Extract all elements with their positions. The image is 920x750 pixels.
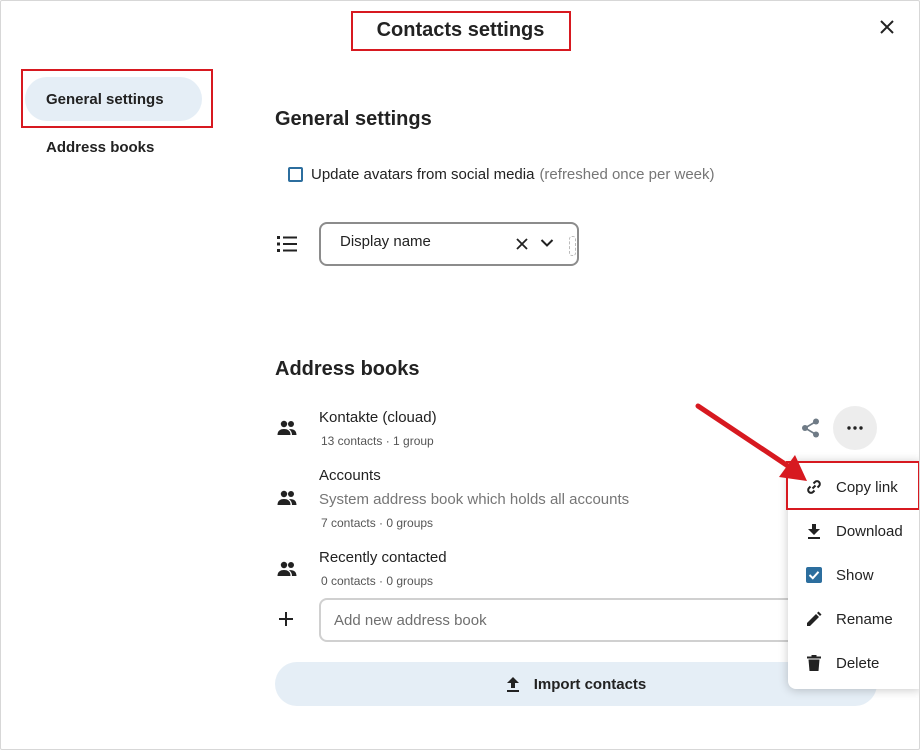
address-book-icon: [277, 561, 297, 576]
menu-item-label: Delete: [836, 654, 880, 672]
menu-item-label: Copy link: [836, 478, 898, 496]
more-horizontal-icon: [847, 426, 863, 430]
sort-order-select[interactable]: Display name: [319, 222, 579, 266]
address-book-meta: 7 contacts · 0 groups: [321, 516, 434, 530]
menu-item-label: Show: [836, 566, 874, 584]
list-icon: [277, 235, 297, 258]
address-book-icon: [277, 490, 297, 505]
address-book-description: System address book which holds all acco…: [319, 491, 630, 508]
sidebar-item-address-books[interactable]: Address books: [25, 125, 202, 169]
download-icon: [805, 522, 823, 540]
address-book-name: Accounts: [319, 467, 381, 484]
menu-item-download[interactable]: Download: [788, 511, 919, 551]
address-book-name: Kontakte (clouad): [319, 409, 437, 426]
sidebar-item-general-settings[interactable]: General settings: [25, 77, 202, 121]
address-book-meta: 13 contacts · 1 group: [321, 434, 434, 448]
upload-icon: [506, 677, 519, 692]
close-icon: [880, 20, 894, 34]
clear-icon[interactable]: [515, 237, 529, 251]
plus-icon: [279, 612, 293, 626]
pencil-icon: [805, 610, 823, 628]
sidebar-item-label: General settings: [46, 90, 164, 108]
select-scrollbar: [569, 236, 576, 256]
annotation-arrow: [695, 403, 807, 481]
sort-order-value: Display name: [340, 233, 431, 250]
dialog-title: Contacts settings: [376, 19, 545, 41]
menu-item-delete[interactable]: Delete: [788, 643, 919, 683]
general-settings-heading: General settings: [275, 108, 432, 130]
menu-item-label: Rename: [836, 610, 893, 628]
close-button[interactable]: [873, 13, 901, 41]
sidebar-item-label: Address books: [46, 138, 155, 156]
address-book-actions-menu: Copy link Download Show Rename Delete: [788, 461, 919, 689]
contacts-settings-dialog: Contacts settings General settings Addre…: [0, 0, 920, 750]
avatar-update-hint: (refreshed once per week): [539, 166, 715, 183]
address-book-name: Recently contacted: [319, 549, 447, 566]
more-actions-button[interactable]: [833, 406, 877, 450]
address-books-heading: Address books: [275, 358, 420, 380]
import-contacts-button[interactable]: Import contacts: [275, 662, 877, 706]
trash-icon: [805, 654, 823, 672]
add-address-book-input[interactable]: [319, 598, 839, 642]
menu-item-show[interactable]: Show: [788, 555, 919, 595]
menu-item-rename[interactable]: Rename: [788, 599, 919, 639]
checkbox-checked-icon: [805, 566, 823, 584]
avatar-update-label: Update avatars from social media: [311, 166, 535, 183]
avatar-update-option[interactable]: Update avatars from social media (refres…: [288, 166, 715, 183]
import-contacts-label: Import contacts: [533, 675, 647, 693]
avatar-update-checkbox[interactable]: [288, 167, 303, 182]
address-book-icon: [277, 420, 297, 435]
menu-item-label: Download: [836, 522, 903, 540]
chevron-down-icon[interactable]: [540, 238, 554, 248]
address-book-meta: 0 contacts · 0 groups: [321, 574, 434, 588]
